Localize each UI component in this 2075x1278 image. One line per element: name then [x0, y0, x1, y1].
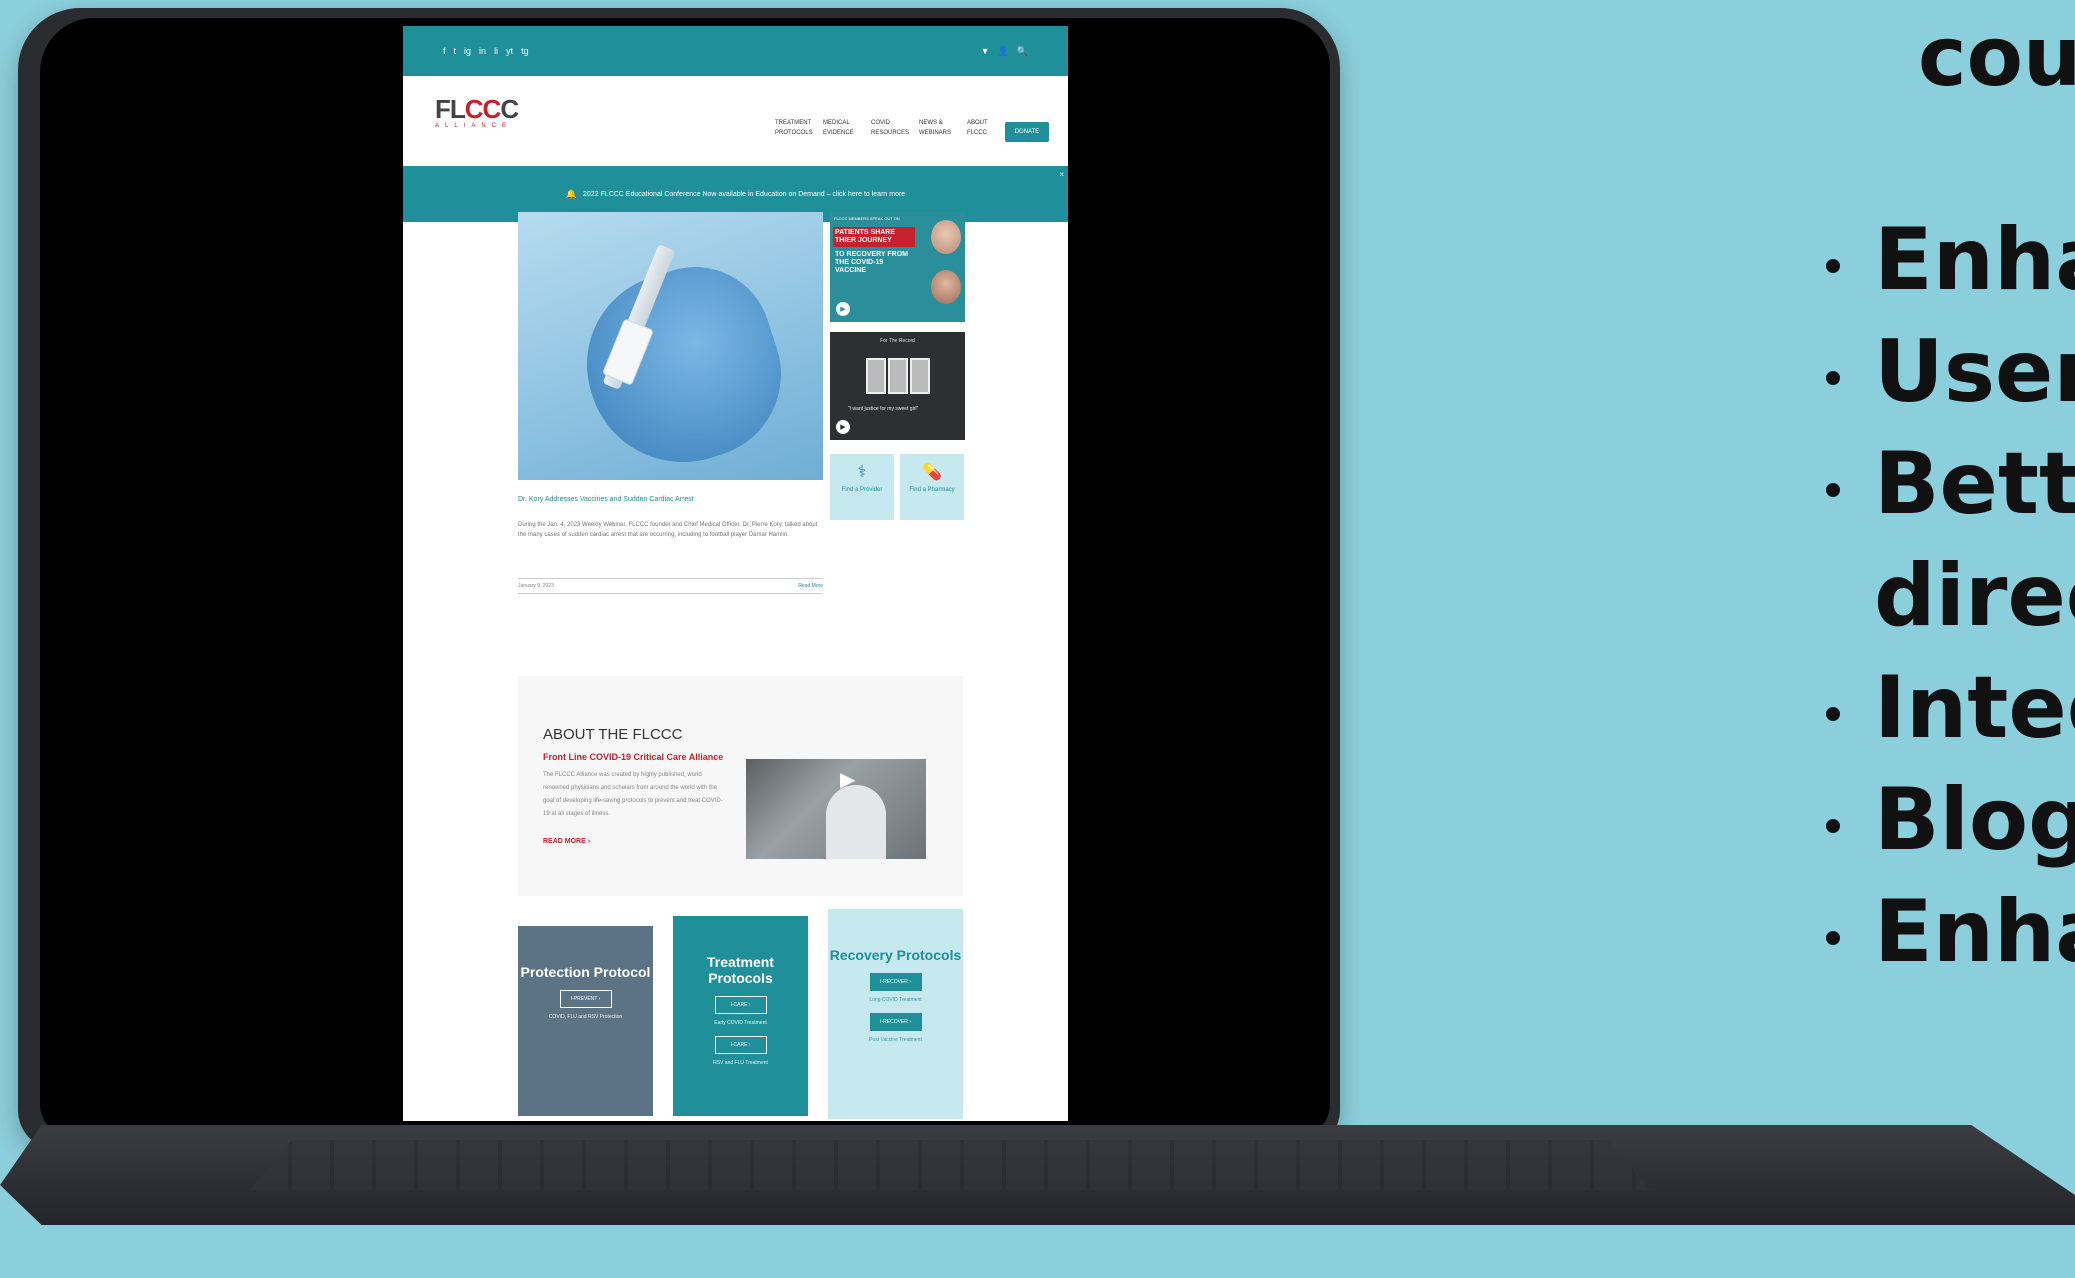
featured-read-more-link[interactable]: Read More	[798, 583, 823, 589]
protocol-note: Long COVID Treatment	[869, 997, 922, 1003]
featured-title[interactable]: Dr. Kory Addresses Vaccines and Sudden C…	[518, 496, 694, 503]
about-subtitle: Front Line COVID-19 Critical Care Allian…	[543, 752, 724, 762]
feature-list-item: Blog	[1826, 770, 2075, 870]
card-white-label: TO RECOVERY FROM THE COVID-19 VACCINE	[835, 251, 908, 274]
bell-icon: 🔔	[565, 188, 578, 199]
feature-list-item: Enha	[1826, 210, 2075, 310]
youtube-icon[interactable]: yt	[506, 46, 513, 56]
protocol-note: Early COVID Treatment	[714, 1020, 767, 1026]
top-bar: f t ig in li yt tg ▼ 👤 🔍	[403, 26, 1068, 76]
treatment-protocols-card[interactable]: Treatment Protocols I-CARE › Early COVID…	[673, 916, 808, 1116]
nav-treatment-protocols[interactable]: TREATMENT PROTOCOLS	[775, 118, 813, 138]
language-dropdown-icon[interactable]: ▼	[981, 46, 990, 57]
linkedin2-icon[interactable]: li	[494, 46, 498, 56]
logo-subtext: ALLIANCE	[435, 123, 513, 129]
site-header: FLCCC ALLIANCE TREATMENT PROTOCOLS MEDIC…	[403, 76, 1068, 166]
linkedin-icon[interactable]: in	[479, 46, 486, 56]
featured-image[interactable]	[518, 212, 823, 480]
polaroid-photos	[866, 358, 930, 394]
about-text: The FLCCC Alliance was created by highly…	[543, 772, 723, 817]
play-icon[interactable]: ▶	[836, 420, 850, 434]
for-the-record-card[interactable]: For The Record "I want justice for my sw…	[830, 332, 965, 440]
bullet-icon	[1826, 706, 1840, 721]
glove-shape	[563, 247, 803, 480]
feature-list-item: Enha	[1826, 882, 2075, 982]
protocol-title: Treatment Protocols	[707, 954, 774, 986]
topbar-tools: ▼ 👤 🔍	[981, 46, 1028, 57]
i-care-rsv-button[interactable]: I-CARE ›	[714, 1036, 767, 1054]
protocol-title: Protection Protocol	[520, 964, 651, 980]
polaroid	[866, 358, 886, 394]
instagram-icon[interactable]: ig	[464, 46, 471, 56]
website-screen: f t ig in li yt tg ▼ 👤 🔍 FLCCC ALLIANCE …	[403, 26, 1068, 1121]
protocol-note: Post Vaccine Treatment	[869, 1037, 922, 1043]
card-caption: For The Record	[880, 338, 915, 344]
account-icon[interactable]: 👤	[998, 46, 1009, 57]
find-provider-button[interactable]: ⚕ Find a Provider	[830, 454, 894, 520]
feature-list-item-continued: direc	[1874, 546, 2075, 646]
i-prevent-button[interactable]: I-PREVENT ›	[559, 990, 612, 1008]
bullet-icon	[1826, 482, 1840, 497]
feature-list-item: User	[1826, 322, 2075, 422]
facebook-icon[interactable]: f	[443, 46, 446, 56]
logo-text: FLCCC	[435, 94, 519, 124]
nav-news-webinars[interactable]: NEWS & WEBINARS	[919, 118, 953, 138]
featured-date: January 9, 2023	[518, 583, 554, 589]
panel-title: cou	[1918, 10, 2075, 105]
protocol-title: Recovery Protocols	[829, 947, 962, 963]
feature-list-item: Bette	[1826, 434, 2075, 534]
about-read-more-link[interactable]: READ MORE ›	[543, 838, 590, 845]
i-recover-button[interactable]: I-RECOVER ›	[869, 973, 922, 991]
protocol-note: RSV and FLU Treatment	[713, 1060, 768, 1066]
card-red-label: PATIENTS SHARE THIER JOURNEY	[833, 227, 915, 247]
about-video[interactable]: ▶	[746, 759, 926, 859]
bullet-icon	[1826, 930, 1840, 945]
bullet-icon	[1826, 370, 1840, 385]
about-title: ABOUT THE FLCCC	[543, 726, 683, 743]
site-logo[interactable]: FLCCC ALLIANCE	[435, 94, 519, 129]
bullet-icon	[1826, 818, 1840, 833]
person-photo	[931, 270, 961, 304]
feature-list-item: Integ	[1826, 658, 2075, 758]
patients-journey-card[interactable]: FLCCC MEMBERS SPEAK OUT ON PATIENTS SHAR…	[830, 212, 965, 322]
polaroid	[888, 358, 908, 394]
find-provider-label: Find a Provider	[841, 487, 883, 493]
telegram-icon[interactable]: tg	[521, 46, 529, 56]
social-icons: f t ig in li yt tg	[443, 46, 529, 56]
featured-footer: January 9, 2023 Read More	[518, 578, 823, 594]
search-icon[interactable]: 🔍	[1017, 46, 1028, 57]
announcement-text[interactable]: 2022 FLCCC Educational Conference Now av…	[583, 191, 905, 198]
bullet-icon	[1826, 258, 1840, 273]
twitter-icon[interactable]: t	[454, 46, 457, 56]
nav-medical-evidence[interactable]: MEDICAL EVIDENCE	[823, 118, 857, 138]
main-nav: TREATMENT PROTOCOLS MEDICAL EVIDENCE COV…	[775, 118, 1001, 138]
card-quote: "I want justice for my sweet girl"	[848, 406, 919, 412]
person-photo	[931, 220, 961, 254]
doctor-figure	[826, 785, 886, 859]
close-icon[interactable]: ×	[1059, 170, 1064, 179]
i-recover-vaccine-button[interactable]: I-RECOVER ›	[869, 1013, 922, 1031]
find-pharmacy-button[interactable]: 💊 Find a Pharmacy	[900, 454, 964, 520]
feature-list-panel: cou Enha User Bette direc Integ Blog Enh…	[1500, 0, 2075, 1278]
i-care-button[interactable]: I-CARE ›	[714, 996, 767, 1014]
protection-protocol-card[interactable]: Protection Protocol I-PREVENT › COVID, F…	[518, 926, 653, 1116]
protocol-note: COVID, FLU and RSV Protection	[548, 1014, 623, 1020]
nav-covid-resources[interactable]: COVID RESOURCES	[871, 118, 909, 138]
recovery-protocols-card[interactable]: Recovery Protocols I-RECOVER › Long COVI…	[828, 909, 963, 1119]
nav-about-flccc[interactable]: ABOUT FLCCC	[967, 118, 1001, 138]
play-icon[interactable]: ▶	[840, 767, 855, 792]
laptop-keyboard	[250, 1140, 1650, 1190]
donate-button[interactable]: DONATE	[1005, 122, 1049, 142]
polaroid	[910, 358, 930, 394]
featured-excerpt: During the Jan. 4, 2023 Weekly Webinar, …	[518, 522, 818, 538]
stethoscope-icon: ⚕	[857, 464, 867, 481]
play-icon[interactable]: ▶	[836, 302, 850, 316]
find-pharmacy-label: Find a Pharmacy	[909, 487, 955, 493]
pills-icon: 💊	[922, 464, 942, 481]
